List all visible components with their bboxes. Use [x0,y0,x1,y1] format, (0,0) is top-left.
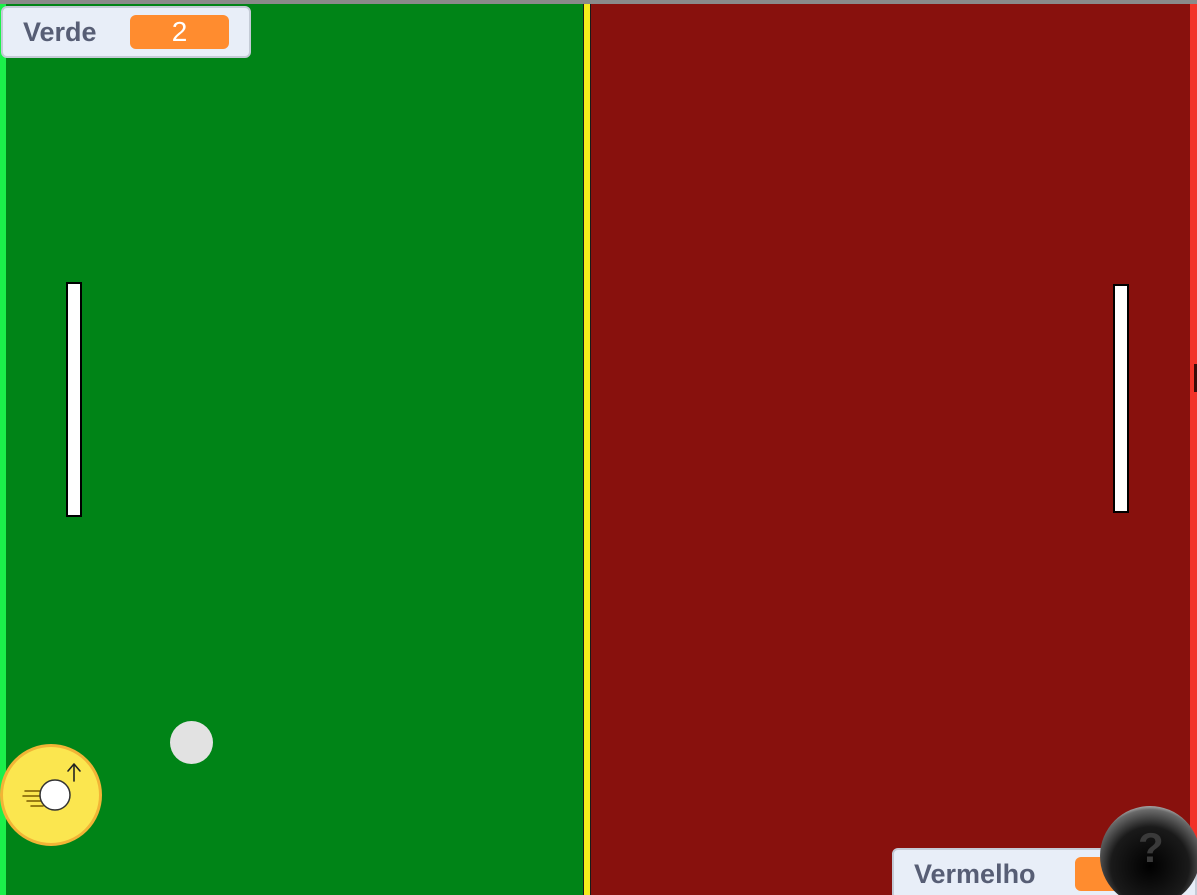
help-icon[interactable]: ? [1100,806,1197,895]
help-icon-glyph: ? [1138,824,1164,871]
red-score-label: Vermelho [914,858,1036,889]
red-paddle[interactable] [1113,284,1129,513]
red-goal-line [1190,4,1197,895]
ball [170,721,213,764]
game-stage[interactable]: Verde 2 Vermelho 3 ? [0,0,1197,895]
green-score-monitor[interactable]: Verde 2 [1,6,251,58]
center-line [583,4,591,895]
sprite-ball-icon[interactable] [0,744,102,846]
green-score-label: Verde [23,16,97,47]
red-team-field [590,4,1197,895]
green-score-value: 2 [130,15,229,49]
green-paddle[interactable] [66,282,82,517]
